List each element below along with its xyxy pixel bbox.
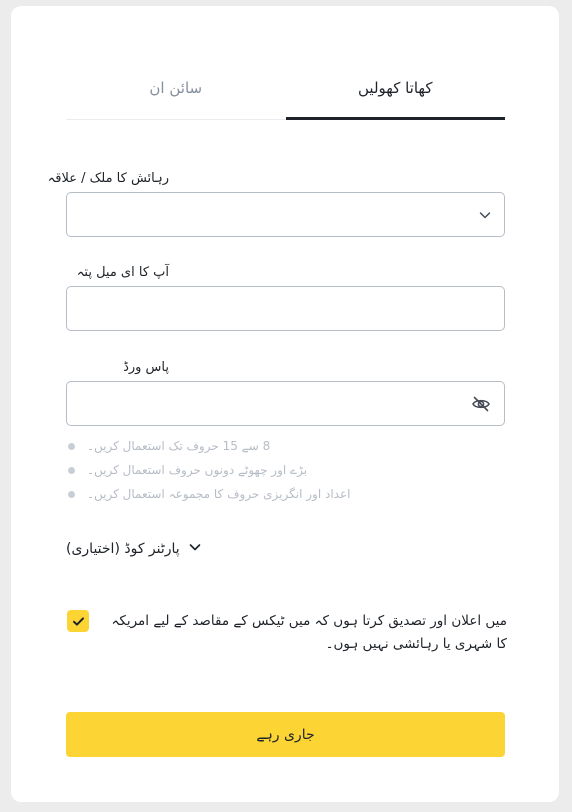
country-label: رہائش کا ملک / علاقہ [47, 171, 169, 186]
password-field-wrapper [66, 381, 505, 426]
bullet-icon [68, 466, 75, 474]
chevron-down-icon [478, 208, 492, 222]
consent-text: میں اعلان اور تصدیق کرتا ہوں کہ میں ٹیکس… [111, 613, 507, 652]
chevron-down-icon [188, 539, 202, 558]
tab-sign-in[interactable]: سائن ان [66, 58, 286, 119]
email-field[interactable] [67, 287, 504, 330]
checkmark-icon [72, 616, 84, 626]
country-select[interactable] [66, 192, 505, 237]
password-rule: 8 سے 15 حروف تک استعمال کریں۔ [68, 434, 388, 458]
bullet-icon [68, 442, 75, 450]
signup-card: کھاتا کھولیں سائن ان رہائش کا ملک / علاق… [11, 6, 559, 802]
auth-tabs: کھاتا کھولیں سائن ان [66, 58, 505, 120]
continue-button[interactable]: جاری رہے [66, 712, 505, 757]
email-label: آپ کا ای میل پتہ [76, 265, 169, 280]
tab-create-account[interactable]: کھاتا کھولیں [285, 58, 506, 120]
password-rule: اعداد اور انگریزی حروف کا مجموعہ استعمال… [68, 482, 388, 506]
consent-checkbox[interactable] [67, 610, 89, 632]
password-label: پاس ورڈ [123, 360, 169, 375]
bullet-icon [68, 490, 75, 498]
email-field-wrapper [66, 286, 505, 331]
eye-off-icon[interactable] [471, 394, 491, 414]
referral-label: پارٹنر کوڈ (اختیاری) [66, 540, 180, 557]
consent-row: میں اعلان اور تصدیق کرتا ہوں کہ میں ٹیکس… [67, 610, 507, 656]
password-rules: 8 سے 15 حروف تک استعمال کریں۔ بڑے اور چھ… [68, 434, 388, 506]
password-field[interactable] [67, 382, 504, 425]
referral-toggle[interactable]: پارٹنر کوڈ (اختیاری) [66, 539, 202, 558]
password-rule: بڑے اور چھوٹے دونوں حروف استعمال کریں۔ [68, 458, 388, 482]
